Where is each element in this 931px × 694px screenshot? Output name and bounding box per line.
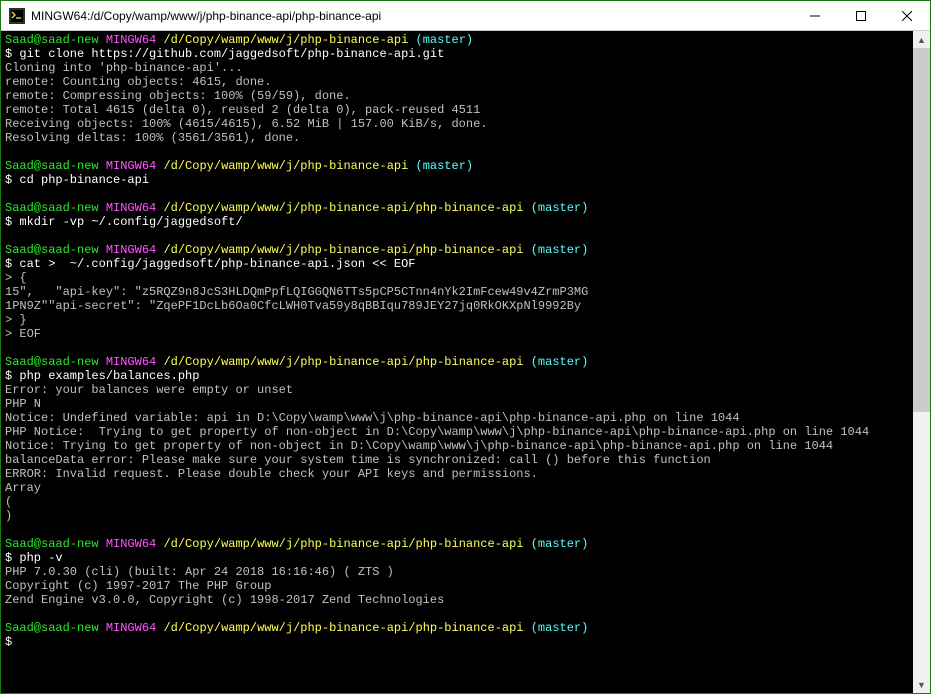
blank-line: [5, 145, 909, 159]
output-line: Notice: Trying to get property of non-ob…: [5, 439, 909, 453]
blank-line: [5, 607, 909, 621]
prompt-line: Saad@saad-new MINGW64 /d/Copy/wamp/www/j…: [5, 355, 909, 369]
command-line: $ php -v: [5, 551, 909, 565]
output-line: Array: [5, 481, 909, 495]
output-line: 1PN9Z""api-secret": "ZqePF1DcLb6Oa0CfcLW…: [5, 299, 909, 313]
prompt-line: Saad@saad-new MINGW64 /d/Copy/wamp/www/j…: [5, 33, 909, 47]
minimize-button[interactable]: [792, 1, 838, 30]
prompt-line: Saad@saad-new MINGW64 /d/Copy/wamp/www/j…: [5, 201, 909, 215]
scroll-up-button[interactable]: ▲: [913, 31, 930, 48]
output-line: Cloning into 'php-binance-api'...: [5, 61, 909, 75]
blank-line: [5, 187, 909, 201]
scroll-thumb[interactable]: [913, 48, 930, 412]
scroll-track[interactable]: [913, 48, 930, 676]
command-line: $: [5, 635, 909, 649]
output-line: remote: Total 4615 (delta 0), reused 2 (…: [5, 103, 909, 117]
blank-line: [5, 229, 909, 243]
maximize-button[interactable]: [838, 1, 884, 30]
prompt-line: Saad@saad-new MINGW64 /d/Copy/wamp/www/j…: [5, 621, 909, 635]
output-line: (: [5, 495, 909, 509]
window-title: MINGW64:/d/Copy/wamp/www/j/php-binance-a…: [31, 9, 792, 23]
output-line: Notice: Undefined variable: api in D:\Co…: [5, 411, 909, 425]
command-line: $ git clone https://github.com/jaggedsof…: [5, 47, 909, 61]
output-line: PHP 7.0.30 (cli) (built: Apr 24 2018 16:…: [5, 565, 909, 579]
blank-line: [5, 523, 909, 537]
output-line: remote: Counting objects: 4615, done.: [5, 75, 909, 89]
output-line: Zend Engine v3.0.0, Copyright (c) 1998-2…: [5, 593, 909, 607]
scroll-down-button[interactable]: ▼: [913, 676, 930, 693]
prompt-line: Saad@saad-new MINGW64 /d/Copy/wamp/www/j…: [5, 159, 909, 173]
command-line: $ cat > ~/.config/jaggedsoft/php-binance…: [5, 257, 909, 271]
close-button[interactable]: [884, 1, 930, 30]
prompt-line: Saad@saad-new MINGW64 /d/Copy/wamp/www/j…: [5, 537, 909, 551]
output-line: ERROR: Invalid request. Please double ch…: [5, 467, 909, 481]
blank-line: [5, 341, 909, 355]
command-line: $ mkdir -vp ~/.config/jaggedsoft/: [5, 215, 909, 229]
output-line: 15", "api-key": "z5RQZ9n8JcS3HLDQmPpfLQI…: [5, 285, 909, 299]
app-icon: [9, 8, 25, 24]
output-line: Receiving objects: 100% (4615/4615), 6.5…: [5, 117, 909, 131]
output-line: remote: Compressing objects: 100% (59/59…: [5, 89, 909, 103]
output-line: PHP N: [5, 397, 909, 411]
output-line: Resolving deltas: 100% (3561/3561), done…: [5, 131, 909, 145]
output-line: Error: your balances were empty or unset: [5, 383, 909, 397]
output-line: > }: [5, 313, 909, 327]
output-line: PHP Notice: Trying to get property of no…: [5, 425, 909, 439]
output-line: ): [5, 509, 909, 523]
output-line: balanceData error: Please make sure your…: [5, 453, 909, 467]
command-line: $ cd php-binance-api: [5, 173, 909, 187]
window-titlebar: MINGW64:/d/Copy/wamp/www/j/php-binance-a…: [1, 1, 930, 31]
output-line: > {: [5, 271, 909, 285]
terminal-output[interactable]: Saad@saad-new MINGW64 /d/Copy/wamp/www/j…: [1, 31, 913, 693]
command-line: $ php examples/balances.php: [5, 369, 909, 383]
vertical-scrollbar[interactable]: ▲ ▼: [913, 31, 930, 693]
output-line: > EOF: [5, 327, 909, 341]
prompt-line: Saad@saad-new MINGW64 /d/Copy/wamp/www/j…: [5, 243, 909, 257]
output-line: Copyright (c) 1997-2017 The PHP Group: [5, 579, 909, 593]
